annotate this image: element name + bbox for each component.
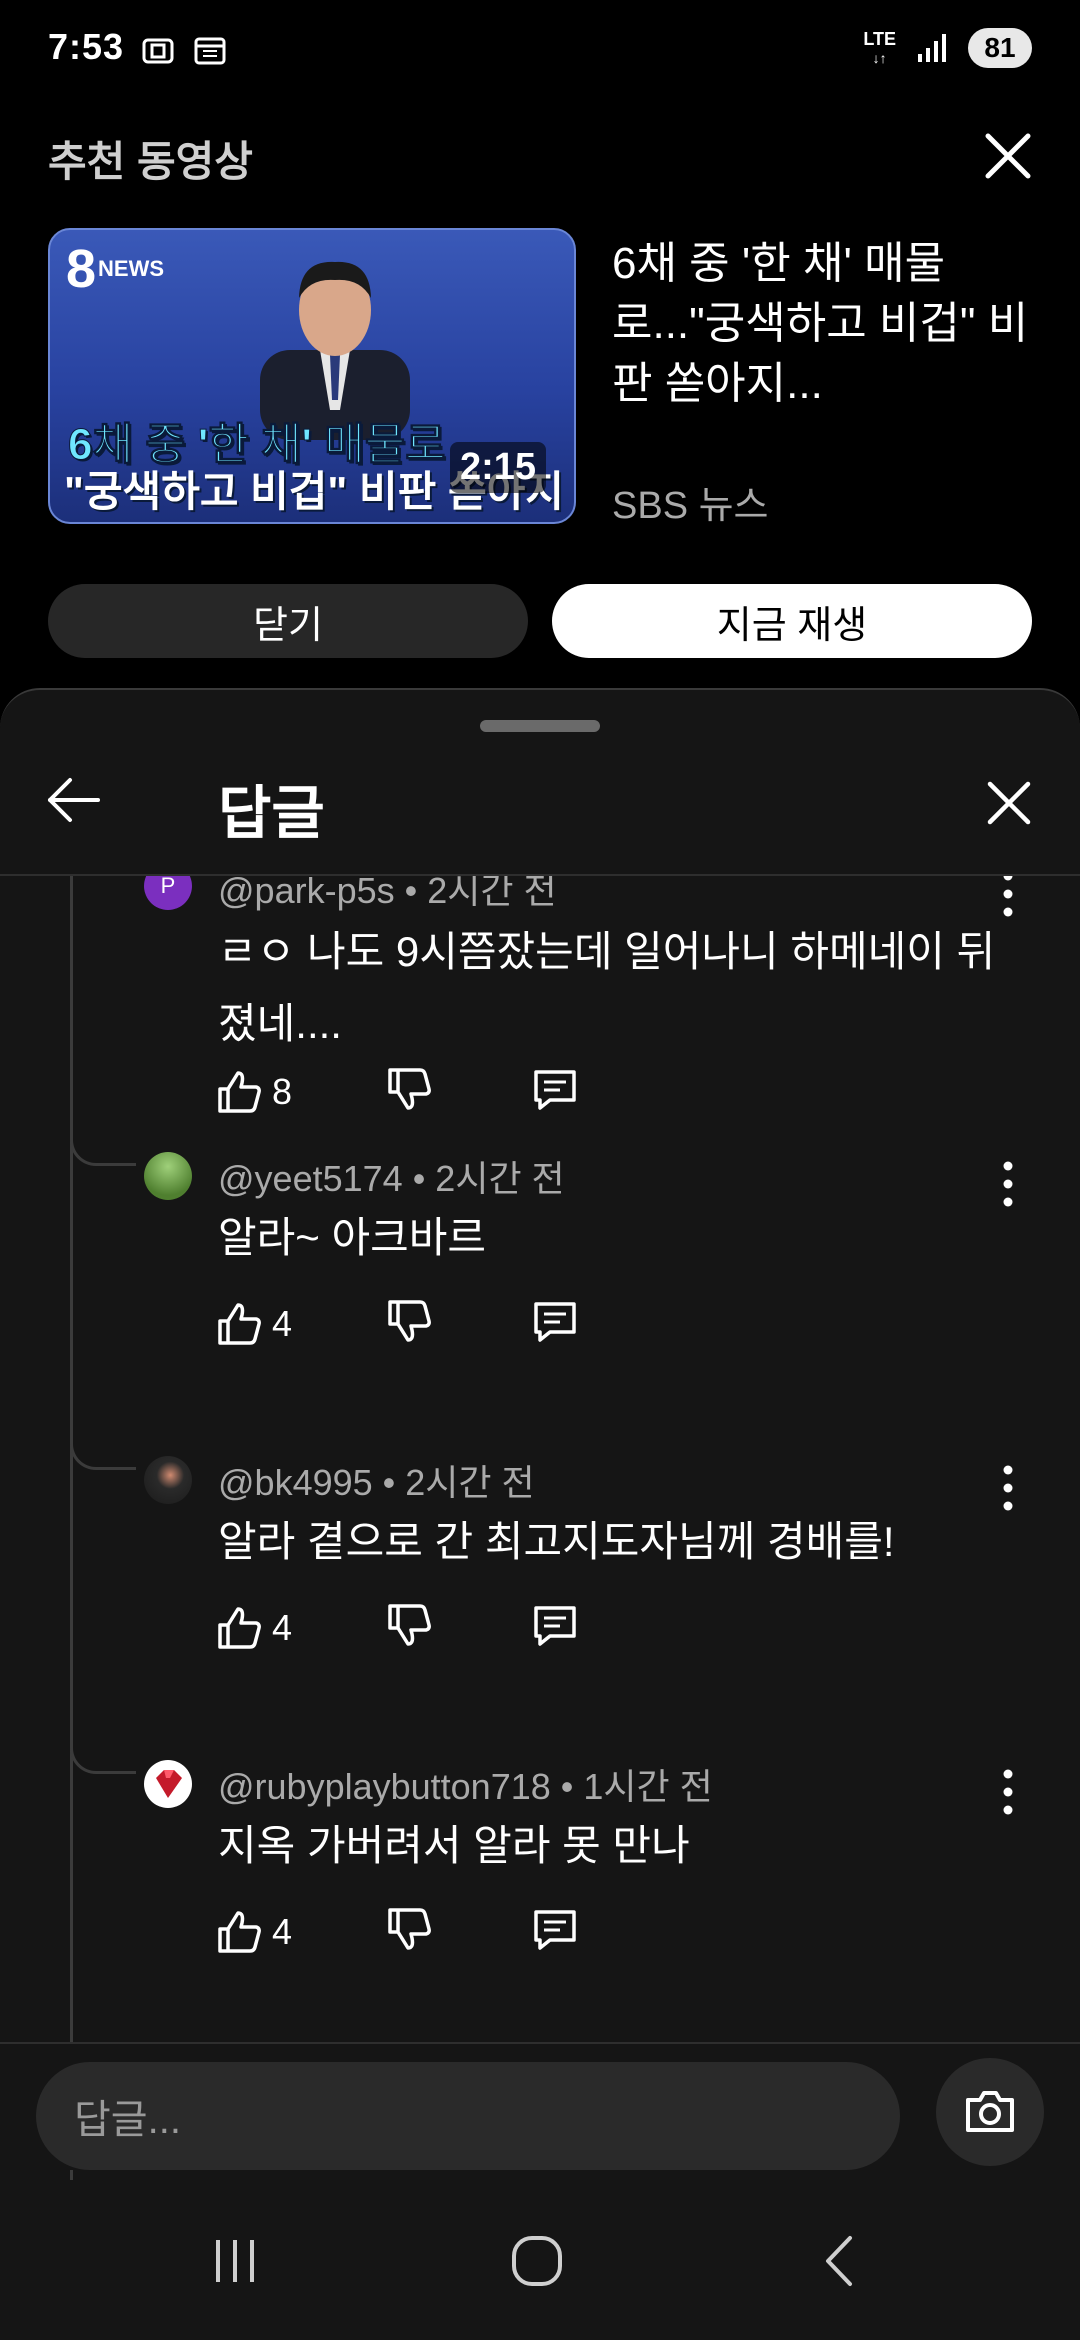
thread-connector bbox=[70, 1748, 136, 1774]
reply-actions: 4 bbox=[214, 1904, 580, 1959]
thumbs-up-icon bbox=[218, 1910, 261, 1953]
thumbs-up-icon bbox=[218, 1070, 261, 1113]
avatar[interactable]: P bbox=[144, 876, 192, 910]
dismiss-button[interactable]: 닫기 bbox=[48, 584, 528, 658]
video-thumbnail[interactable]: 8 NEWS 6채 중 '한 채' 매물로 "궁색하고 비겁" 비판 쏟아지 2… bbox=[48, 228, 576, 524]
like-button[interactable]: 8 bbox=[214, 1067, 384, 1117]
reply-button[interactable] bbox=[530, 1904, 580, 1959]
comment-icon bbox=[534, 1910, 576, 1950]
thumbs-up-icon bbox=[218, 1606, 261, 1649]
avatar[interactable] bbox=[144, 1456, 192, 1504]
reply-text: 지옥 가버려서 알라 못 만나 bbox=[218, 1822, 690, 1869]
dislike-button[interactable] bbox=[384, 1600, 530, 1655]
battery-indicator: 81 bbox=[968, 28, 1032, 68]
like-count: 4 bbox=[272, 1302, 293, 1344]
recommended-channel-name: SBS 뉴스 bbox=[612, 485, 769, 527]
reply-meta: @bk4995 • 2시간 전 bbox=[218, 1462, 535, 1503]
thread-connector bbox=[70, 1140, 136, 1166]
reply-text: 알라~ 아크바르 bbox=[218, 1214, 487, 1261]
like-button[interactable]: 4 bbox=[214, 1603, 384, 1653]
sheet-title: 답글 bbox=[218, 781, 325, 846]
reply-button[interactable] bbox=[530, 1600, 580, 1655]
comment-icon bbox=[534, 1302, 576, 1342]
reply-text: 알라 곁으로 간 최고지도자님께 경배를! bbox=[218, 1518, 895, 1565]
comment-icon bbox=[534, 1606, 576, 1646]
thumbs-down-icon bbox=[388, 1068, 431, 1110]
play-now-button[interactable]: 지금 재생 bbox=[552, 584, 1032, 658]
reply-meta: @rubyplaybutton718 • 1시간 전 bbox=[218, 1766, 713, 1807]
reply-actions: 4 bbox=[214, 1296, 580, 1351]
comment-icon bbox=[534, 1070, 576, 1110]
status-system-icons: LTE ↓↑ 81 bbox=[863, 28, 1032, 68]
home-icon[interactable] bbox=[502, 2226, 572, 2296]
video-duration: 2:15 bbox=[450, 442, 547, 493]
status-time: 7:53 bbox=[48, 26, 125, 67]
status-notification-icons bbox=[140, 32, 228, 68]
reply-input-bar: 답글... bbox=[0, 2042, 1080, 2170]
recents-icon[interactable] bbox=[200, 2226, 270, 2296]
ruby-avatar-image bbox=[156, 1770, 182, 1798]
like-button[interactable]: 4 bbox=[214, 1299, 384, 1349]
drag-handle[interactable] bbox=[480, 720, 600, 732]
reply-button[interactable] bbox=[530, 1064, 580, 1119]
thumbs-down-icon bbox=[388, 1908, 431, 1950]
arrow-left-icon[interactable] bbox=[44, 770, 104, 830]
reply-input-placeholder: 답글... bbox=[74, 2098, 181, 2142]
status-bar: 7:53 LTE ↓↑ 81 bbox=[0, 0, 1080, 100]
like-count: 4 bbox=[272, 1606, 293, 1648]
signal-icon bbox=[918, 34, 946, 62]
recommended-header: 추천 동영상 bbox=[48, 138, 253, 185]
reply-meta: @yeet5174 • 2시간 전 bbox=[218, 1158, 565, 1199]
dislike-button[interactable] bbox=[384, 1296, 530, 1351]
like-button[interactable]: 4 bbox=[214, 1907, 384, 1957]
recommended-video-title[interactable]: 6채 중 '한 채' 매물로..."궁색하고 비겁" 비판 쏟아지... bbox=[612, 234, 1032, 414]
thumbs-down-icon bbox=[388, 1604, 431, 1646]
camera-icon bbox=[966, 2091, 1014, 2132]
reply-meta: @park-p5s • 2시간 전 bbox=[218, 876, 557, 911]
reply-actions: 8 bbox=[214, 1064, 580, 1119]
like-count: 4 bbox=[272, 1910, 293, 1952]
network-type: LTE ↓↑ bbox=[863, 28, 896, 66]
like-count: 8 bbox=[272, 1070, 293, 1112]
camera-button[interactable] bbox=[936, 2058, 1044, 2166]
system-nav-bar bbox=[0, 2180, 1080, 2340]
reply-text: ㄹㅇ 나도 9시쯤잤는데 일어나니 하메네이 뒤졌네.... bbox=[218, 928, 996, 1047]
dislike-button[interactable] bbox=[384, 1064, 530, 1119]
reply-actions: 4 bbox=[214, 1600, 580, 1655]
avatar[interactable] bbox=[144, 1152, 192, 1200]
close-icon[interactable] bbox=[984, 778, 1034, 828]
calendar-icon bbox=[194, 37, 226, 65]
sbs-news-logo: 8 NEWS bbox=[66, 239, 165, 299]
screenshot-icon bbox=[142, 38, 174, 64]
thumbs-up-icon bbox=[218, 1302, 261, 1345]
avatar[interactable] bbox=[144, 1760, 192, 1808]
reply-button[interactable] bbox=[530, 1296, 580, 1351]
close-icon[interactable] bbox=[980, 128, 1036, 184]
replies-list[interactable]: P @park-p5s • 2시간 전 ㄹㅇ 나도 9시쯤잤는데 일어나니 하메… bbox=[0, 876, 1080, 2232]
thread-connector bbox=[70, 1444, 136, 1470]
reply-input[interactable]: 답글... bbox=[36, 2062, 900, 2170]
dislike-button[interactable] bbox=[384, 1904, 530, 1959]
thread-line bbox=[70, 876, 73, 2232]
back-icon[interactable] bbox=[806, 2226, 876, 2296]
thumbs-down-icon bbox=[388, 1300, 431, 1342]
